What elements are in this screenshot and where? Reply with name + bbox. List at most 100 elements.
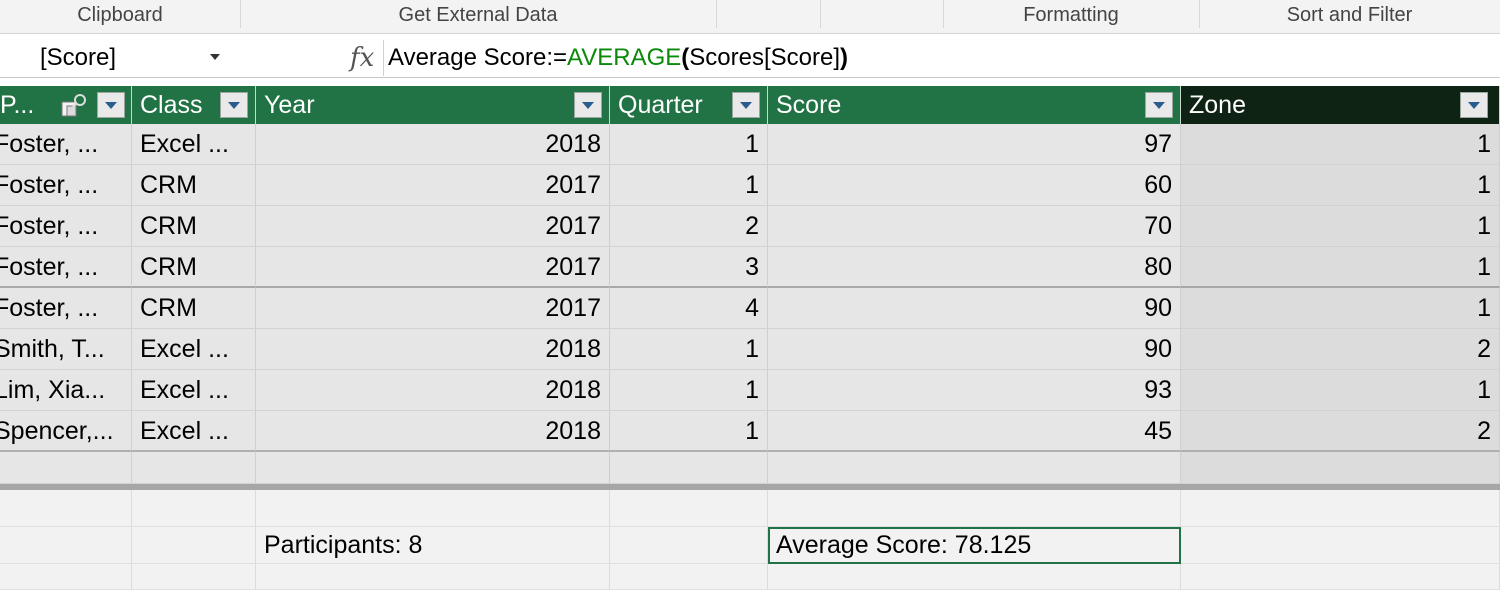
cell-zone[interactable]: 1 [1181,124,1500,165]
cell-zone[interactable]: 1 [1181,247,1500,288]
cell-year[interactable]: 2017 [256,206,610,247]
cell-score[interactable]: 80 [768,247,1181,288]
cell-zone[interactable]: 1 [1181,288,1500,329]
cell-zone[interactable]: 1 [1181,370,1500,411]
cell-year[interactable]: 2017 [256,288,610,329]
cell-class[interactable]: CRM [132,206,256,247]
column-header-score[interactable]: Score [768,86,1181,124]
cell-quarter[interactable]: 1 [610,165,768,206]
column-header-label: P... [0,91,35,119]
cell-zone[interactable]: 1 [1181,165,1500,206]
cell-class[interactable]: Excel ... [132,411,256,452]
formula-prefix: Average Score:= [388,44,568,71]
cell-score[interactable]: 97 [768,124,1181,165]
calc-cell[interactable] [768,564,1181,590]
cell-class[interactable]: CRM [132,288,256,329]
fx-icon[interactable]: fx [350,38,374,78]
column-header-quarter[interactable]: Quarter [610,86,768,124]
column-header-label: Score [776,91,842,119]
calc-cell[interactable] [132,490,256,527]
cell-quarter[interactable]: 4 [610,288,768,329]
cell-score[interactable]: 45 [768,411,1181,452]
calc-cell[interactable] [610,490,768,527]
calc-cell[interactable] [132,527,256,564]
cell-participant[interactable]: Lim, Xia... [0,370,132,411]
cell-participant[interactable]: Foster, ... [0,206,132,247]
formula-separator [383,40,384,76]
calc-cell[interactable] [0,527,132,564]
name-box-dropdown-icon[interactable] [210,54,220,60]
average-score-measure: Average Score: 78.125 [776,531,1032,559]
cell-year[interactable]: 2017 [256,247,610,288]
cell-class[interactable]: Excel ... [132,124,256,165]
calc-cell[interactable] [132,564,256,590]
column-header-year[interactable]: Year [256,86,610,124]
cell-score[interactable]: 90 [768,288,1181,329]
calc-cell[interactable] [1181,527,1500,564]
cell-score[interactable]: 90 [768,329,1181,370]
cell-participant[interactable]: Foster, ... [0,165,132,206]
cell-participant[interactable]: Smith, T... [0,329,132,370]
calc-cell[interactable] [1181,564,1500,590]
column-header-label: Quarter [618,91,703,119]
calc-cell[interactable] [0,490,132,527]
cell-score[interactable]: 60 [768,165,1181,206]
cell-quarter[interactable]: 2 [610,206,768,247]
cell-participant-empty[interactable] [0,452,132,484]
cell-quarter[interactable]: 1 [610,124,768,165]
calc-cell[interactable] [256,564,610,590]
calc-cell[interactable] [610,564,768,590]
calc-cell[interactable] [610,527,768,564]
calc-cell-participants[interactable]: Participants: 8 [256,527,610,564]
cell-quarter[interactable]: 1 [610,329,768,370]
ribbon-group-clipboard: Clipboard [77,4,163,26]
calc-cell[interactable] [256,490,610,527]
calc-cell-average-score-selected[interactable]: Average Score: 78.125 [768,527,1181,564]
calc-cell[interactable] [768,490,1181,527]
cell-participant[interactable]: Foster, ... [0,288,132,329]
cell-year[interactable]: 2017 [256,165,610,206]
column-header-label: Class [140,91,203,119]
cell-zone[interactable]: 1 [1181,206,1500,247]
filter-dropdown-button[interactable] [732,92,760,118]
participants-measure: Participants: 8 [264,531,423,559]
cell-zone[interactable]: 2 [1181,329,1500,370]
cell-class[interactable]: CRM [132,165,256,206]
cell-score[interactable]: 93 [768,370,1181,411]
column-header-participant[interactable]: P... [0,86,132,124]
name-box[interactable]: [Score] [0,38,236,78]
cell-zone[interactable]: 2 [1181,411,1500,452]
calc-cell[interactable] [1181,490,1500,527]
cell-quarter[interactable]: 1 [610,411,768,452]
cell-year[interactable]: 2018 [256,370,610,411]
calculation-row: Participants: 8 Average Score: 78.125 [0,527,1500,564]
cell-class[interactable]: Excel ... [132,370,256,411]
cell-class[interactable]: Excel ... [132,329,256,370]
cell-participant[interactable]: Foster, ... [0,124,132,165]
cell-year-empty[interactable] [256,452,610,484]
cell-participant[interactable]: Foster, ... [0,247,132,288]
cell-quarter[interactable]: 3 [610,247,768,288]
column-header-class[interactable]: Class [132,86,256,124]
filter-dropdown-button[interactable] [1460,92,1488,118]
cell-year[interactable]: 2018 [256,411,610,452]
filter-dropdown-button[interactable] [220,92,248,118]
cell-score-empty[interactable] [768,452,1181,484]
cell-participant[interactable]: Spencer,... [0,411,132,452]
filter-dropdown-button[interactable] [574,92,602,118]
filter-dropdown-button[interactable] [1145,92,1173,118]
cell-year[interactable]: 2018 [256,329,610,370]
ribbon-separator [716,0,717,28]
cell-zone-empty[interactable] [1181,452,1500,484]
cell-class[interactable]: CRM [132,247,256,288]
cell-quarter-empty[interactable] [610,452,768,484]
cell-class-empty[interactable] [132,452,256,484]
cell-score[interactable]: 70 [768,206,1181,247]
cell-quarter[interactable]: 1 [610,370,768,411]
cell-year[interactable]: 2018 [256,124,610,165]
column-header-zone[interactable]: Zone [1181,86,1500,124]
formula-argument: Scores[Score] [689,44,841,71]
formula-input[interactable]: Average Score:=AVERAGE(Scores[Score]) [388,38,848,78]
calc-cell[interactable] [0,564,132,590]
filter-dropdown-button[interactable] [97,92,125,118]
